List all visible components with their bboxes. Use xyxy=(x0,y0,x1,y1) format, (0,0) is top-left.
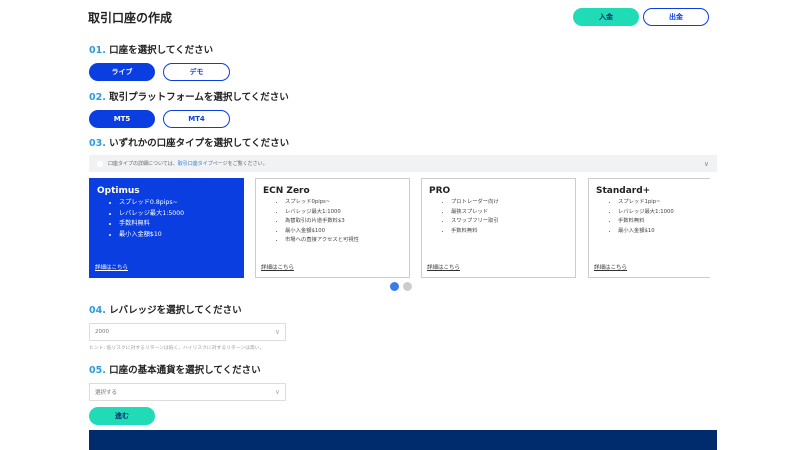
card-feature: スプレッド0pips~ xyxy=(285,198,402,208)
account-card-optimus[interactable]: Optimus スプレッド0.8pips~レバレッジ最大1:5000手数料無料最… xyxy=(89,178,244,278)
info-text: 口座タイプの詳細については、 xyxy=(108,161,178,167)
step1-heading: 01. 口座を選択してください xyxy=(89,45,214,56)
leverage-hint: ヒント: 低リスクに対するリターンは低く、ハイリスクに対するリターンは高い。 xyxy=(89,346,265,351)
carousel-dot-1[interactable] xyxy=(390,282,399,291)
step2-heading: 02. 取引プラットフォームを選択してください xyxy=(89,92,289,103)
leverage-select[interactable]: 2000 ∨ xyxy=(89,323,286,341)
card-feature: 最小入金額$100 xyxy=(285,227,402,237)
card-feature: 最狭スプレッド xyxy=(451,208,568,218)
card-feature: 為替取引の片道手数料$3 xyxy=(285,217,402,227)
currency-select[interactable]: 選択する ∨ xyxy=(89,383,286,401)
card-title: PRO xyxy=(429,186,451,196)
platform-mt5-button[interactable]: MT5 xyxy=(89,110,155,128)
card-feature: レバレッジ最大1:1000 xyxy=(285,208,402,218)
leverage-value: 2000 xyxy=(95,329,109,335)
account-card-pro[interactable]: PRO プロトレーダー向け最狭スプレッドスワップフリー取引手数料無料 詳細はこち… xyxy=(421,178,576,278)
chevron-down-icon: ∨ xyxy=(274,388,280,396)
submit-button[interactable]: 進む xyxy=(89,407,155,425)
card-title: ECN Zero xyxy=(263,186,310,196)
step4-heading: 04. レバレッジを選択してください xyxy=(89,305,242,316)
account-demo-button[interactable]: デモ xyxy=(163,63,230,81)
carousel-pagination xyxy=(390,282,412,291)
footer-bar xyxy=(89,430,717,450)
card-feature: 手数料無料 xyxy=(618,217,703,227)
card-feature: 市場への直接アクセスと可視性 xyxy=(285,236,402,246)
account-card-standard-plus[interactable]: Standard+ スプレッド1pip~レバレッジ最大1:1000手数料無料最小… xyxy=(588,178,710,278)
card-feature: 手数料無料 xyxy=(451,227,568,237)
info-text-suffix: ページをご覧ください。 xyxy=(212,161,268,167)
card-feature: 手数料無料 xyxy=(119,219,236,230)
account-live-button[interactable]: ライブ xyxy=(89,63,155,81)
account-types-link[interactable]: 取引口座タイプ xyxy=(178,160,213,167)
step5-heading: 05. 口座の基本通貨を選択してください xyxy=(89,365,261,376)
chevron-down-icon: ∨ xyxy=(274,328,280,336)
details-link[interactable]: 詳細はこちら xyxy=(95,263,128,271)
card-feature: スプレッド1pip~ xyxy=(618,198,703,208)
account-card-ecn-zero[interactable]: ECN Zero スプレッド0pips~レバレッジ最大1:1000為替取引の片道… xyxy=(255,178,410,278)
details-link[interactable]: 詳細はこちら xyxy=(261,263,294,271)
step3-heading: 03. いずれかの口座タイプを選択してください xyxy=(89,138,290,149)
carousel-dot-2[interactable] xyxy=(403,282,412,291)
details-link[interactable]: 詳細はこちら xyxy=(427,263,460,271)
card-feature: スプレッド0.8pips~ xyxy=(119,198,236,209)
card-feature: レバレッジ最大1:1000 xyxy=(618,208,703,218)
account-type-info-bar[interactable]: 口座タイプの詳細については、 取引口座タイプ ページをご覧ください。 ∨ xyxy=(89,155,717,172)
card-feature: レバレッジ最大1:5000 xyxy=(119,209,236,220)
card-feature: スワップフリー取引 xyxy=(451,217,568,227)
card-feature: 最小入金額$10 xyxy=(119,230,236,241)
page-title: 取引口座の作成 xyxy=(88,11,173,25)
deposit-button[interactable]: 入金 xyxy=(573,8,639,26)
withdraw-button[interactable]: 出金 xyxy=(643,8,709,26)
chevron-down-icon[interactable]: ∨ xyxy=(704,160,709,168)
currency-placeholder: 選択する xyxy=(95,390,118,396)
platform-mt4-button[interactable]: MT4 xyxy=(163,110,230,128)
card-feature: 最小入金額$10 xyxy=(618,227,703,237)
info-icon xyxy=(97,160,103,167)
details-link[interactable]: 詳細はこちら xyxy=(594,263,627,271)
card-feature: プロトレーダー向け xyxy=(451,198,568,208)
card-title: Optimus xyxy=(97,186,140,196)
card-title: Standard+ xyxy=(596,186,651,196)
